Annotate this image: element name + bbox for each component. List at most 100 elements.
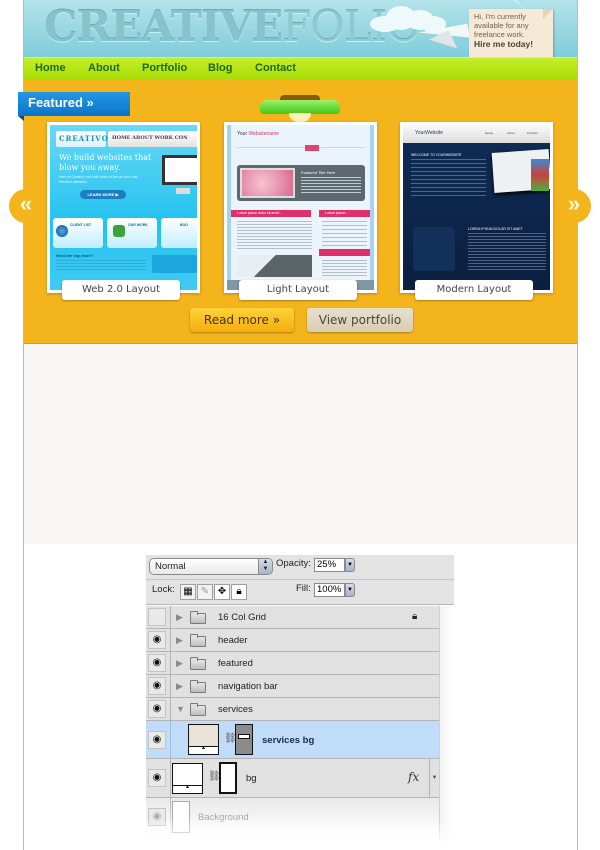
- visibility-toggle-empty[interactable]: [148, 608, 166, 626]
- mini-box-2: OUR WORK: [128, 223, 148, 227]
- read-more-button[interactable]: Read more »: [190, 308, 294, 332]
- nav-about[interactable]: About: [88, 62, 120, 74]
- layer-name: services: [218, 704, 253, 715]
- layers-panel: Normal ▲ ▼ Opacity: 25% ▼ Lock: ▦ ✎ ✥ 🔒︎ …: [146, 555, 454, 845]
- lock-label: Lock:: [152, 584, 175, 595]
- mini-tab: Home: [485, 131, 494, 135]
- portfolio-item-label: Web 2.0 Layout: [62, 280, 180, 300]
- mini-welcome: WELCOME TO YOURWEBSITE: [411, 153, 462, 157]
- layer-lock-icon: 🔒︎: [412, 611, 418, 622]
- layer-thumbnail: [172, 763, 203, 794]
- mini-section: LOREM IPSUM DOLOR SIT AMET: [468, 227, 523, 231]
- fill-field[interactable]: 100%: [314, 583, 345, 597]
- mini-logo: Your Websitename: [237, 131, 279, 137]
- hire-me-cta: Hire me today!: [474, 39, 534, 49]
- mini-tab: Portfolio: [527, 131, 539, 135]
- mini-tab: About: [507, 131, 515, 135]
- portfolio-item-light[interactable]: Your Websitename Featured Title Here Lor…: [224, 122, 377, 300]
- layer-name: bg: [246, 773, 257, 784]
- portfolio-item-modern[interactable]: YourWebsite Home About Portfolio WELCOME…: [400, 122, 553, 300]
- nav-home[interactable]: Home: [35, 62, 66, 74]
- layer-thumbnail: [188, 724, 219, 755]
- effects-expand-icon[interactable]: ▼: [429, 759, 439, 797]
- expand-triangle-icon[interactable]: ▶: [176, 681, 183, 692]
- layer-16-col-grid[interactable]: ▶ 16 Col Grid 🔒︎: [146, 606, 439, 629]
- view-portfolio-button[interactable]: View portfolio: [307, 308, 413, 332]
- featured-ribbon: Featured »: [18, 92, 130, 116]
- layer-services[interactable]: ◉ ▼ services: [146, 698, 439, 721]
- nav-blog[interactable]: Blog: [208, 62, 232, 74]
- note-line: freelance work.: [474, 30, 525, 39]
- blend-mode-value: Normal: [155, 561, 186, 572]
- blend-mode-select[interactable]: Normal ▲ ▼: [149, 558, 273, 575]
- mini-logo: CREATIVO: [59, 134, 109, 143]
- mini-question: Need we say more?: [56, 253, 94, 258]
- layer-effects-fx-icon[interactable]: fx: [408, 770, 419, 784]
- mini-section-1: Lorem ipsum dolor sit amet...: [237, 211, 283, 215]
- mini-headline: We build websites that blow you away.: [59, 153, 152, 172]
- carousel-next-arrow[interactable]: »: [557, 189, 591, 223]
- collapse-triangle-icon[interactable]: ▼: [176, 704, 185, 714]
- mini-menu: HOME ABOUT WORK CON: [112, 135, 188, 141]
- opacity-field[interactable]: 25%: [314, 558, 345, 572]
- carousel-prev-arrow[interactable]: «: [9, 189, 43, 223]
- layer-navigation-bar[interactable]: ◉ ▶ navigation bar: [146, 675, 439, 698]
- mini-box-1: CLIENT LIST: [70, 223, 92, 227]
- layers-scrollbar[interactable]: [439, 606, 454, 841]
- lock-position-move-icon[interactable]: ✥: [214, 584, 230, 600]
- layer-name: header: [218, 635, 248, 646]
- panel-fade: [146, 817, 454, 845]
- slider-handle[interactable]: [260, 100, 340, 114]
- site-logo[interactable]: CREATIVEFOLIO: [44, 2, 421, 51]
- eye-icon[interactable]: ◉: [148, 654, 166, 672]
- layers-list: ▶ 16 Col Grid 🔒︎ ◉ ▶ header ◉ ▶ featured: [146, 606, 439, 841]
- lock-pixels-brush-icon[interactable]: ✎: [197, 584, 213, 600]
- mini-section-2: Lorem ipsum...: [325, 211, 349, 215]
- eye-icon[interactable]: ◉: [148, 769, 166, 787]
- layer-name: navigation bar: [218, 681, 278, 692]
- eye-icon[interactable]: ◉: [148, 677, 166, 695]
- layer-bg[interactable]: ◉ ⛓ bg fx ▼: [146, 759, 439, 798]
- layer-name: 16 Col Grid: [218, 612, 267, 623]
- expand-triangle-icon[interactable]: ▶: [176, 635, 183, 646]
- ribbon-fold: [18, 116, 24, 121]
- layer-services-bg[interactable]: ◉ ⛓ services bg: [146, 721, 439, 759]
- layer-header[interactable]: ◉ ▶ header: [146, 629, 439, 652]
- mini-cta: LEARN MORE ▶: [80, 190, 126, 199]
- blend-row: Normal ▲ ▼ Opacity: 25% ▼: [146, 555, 454, 580]
- layers-panel-options: Normal ▲ ▼ Opacity: 25% ▼ Lock: ▦ ✎ ✥ 🔒︎ …: [146, 555, 454, 605]
- mini-subtext: Here at Creativo, we build state-of-the-…: [59, 175, 139, 184]
- services-section: [24, 345, 577, 544]
- featured-section: Featured » CREATIVO HOME ABOUT WORK CON …: [18, 80, 577, 344]
- site-header: CREATIVEFOLIO Hi, I'm currently availabl…: [24, 0, 577, 57]
- folder-icon: [190, 703, 206, 716]
- note-line: Hi, I'm currently: [474, 12, 526, 21]
- eye-icon[interactable]: ◉: [148, 631, 166, 649]
- web20-screenshot: CREATIVO HOME ABOUT WORK CON We build we…: [50, 125, 197, 290]
- portfolio-item-label: Modern Layout: [415, 280, 533, 300]
- eye-icon[interactable]: ◉: [148, 700, 166, 718]
- opacity-label: Opacity:: [276, 558, 311, 569]
- vector-mask-thumbnail: [235, 724, 253, 755]
- expand-triangle-icon[interactable]: ▶: [176, 658, 183, 669]
- nav-contact[interactable]: Contact: [255, 62, 296, 74]
- expand-triangle-icon[interactable]: ▶: [176, 612, 183, 623]
- mini-featured-title: Featured Title Here: [301, 170, 336, 175]
- hire-me-note[interactable]: Hi, I'm currently available for any free…: [469, 9, 553, 57]
- logo-bold-text: CREATIVE: [44, 2, 283, 51]
- nav-portfolio[interactable]: Portfolio: [142, 62, 187, 74]
- eye-icon[interactable]: ◉: [148, 731, 166, 749]
- light-screenshot: Your Websitename Featured Title Here Lor…: [227, 125, 374, 290]
- layer-featured[interactable]: ◉ ▶ featured: [146, 652, 439, 675]
- fill-dropdown[interactable]: ▼: [345, 583, 355, 597]
- opacity-dropdown[interactable]: ▼: [345, 558, 355, 572]
- layer-name: featured: [218, 658, 253, 669]
- portfolio-item-web20[interactable]: CREATIVO HOME ABOUT WORK CON We build we…: [47, 122, 200, 300]
- lock-all-padlock-icon[interactable]: 🔒︎: [231, 584, 247, 600]
- folder-icon: [190, 634, 206, 647]
- lock-transparency-icon[interactable]: ▦: [180, 584, 196, 600]
- vector-mask-thumbnail: [219, 762, 237, 794]
- mini-box-3: BOO: [180, 223, 188, 227]
- layer-name: services bg: [262, 735, 315, 746]
- slider-handle-glow: [289, 113, 311, 122]
